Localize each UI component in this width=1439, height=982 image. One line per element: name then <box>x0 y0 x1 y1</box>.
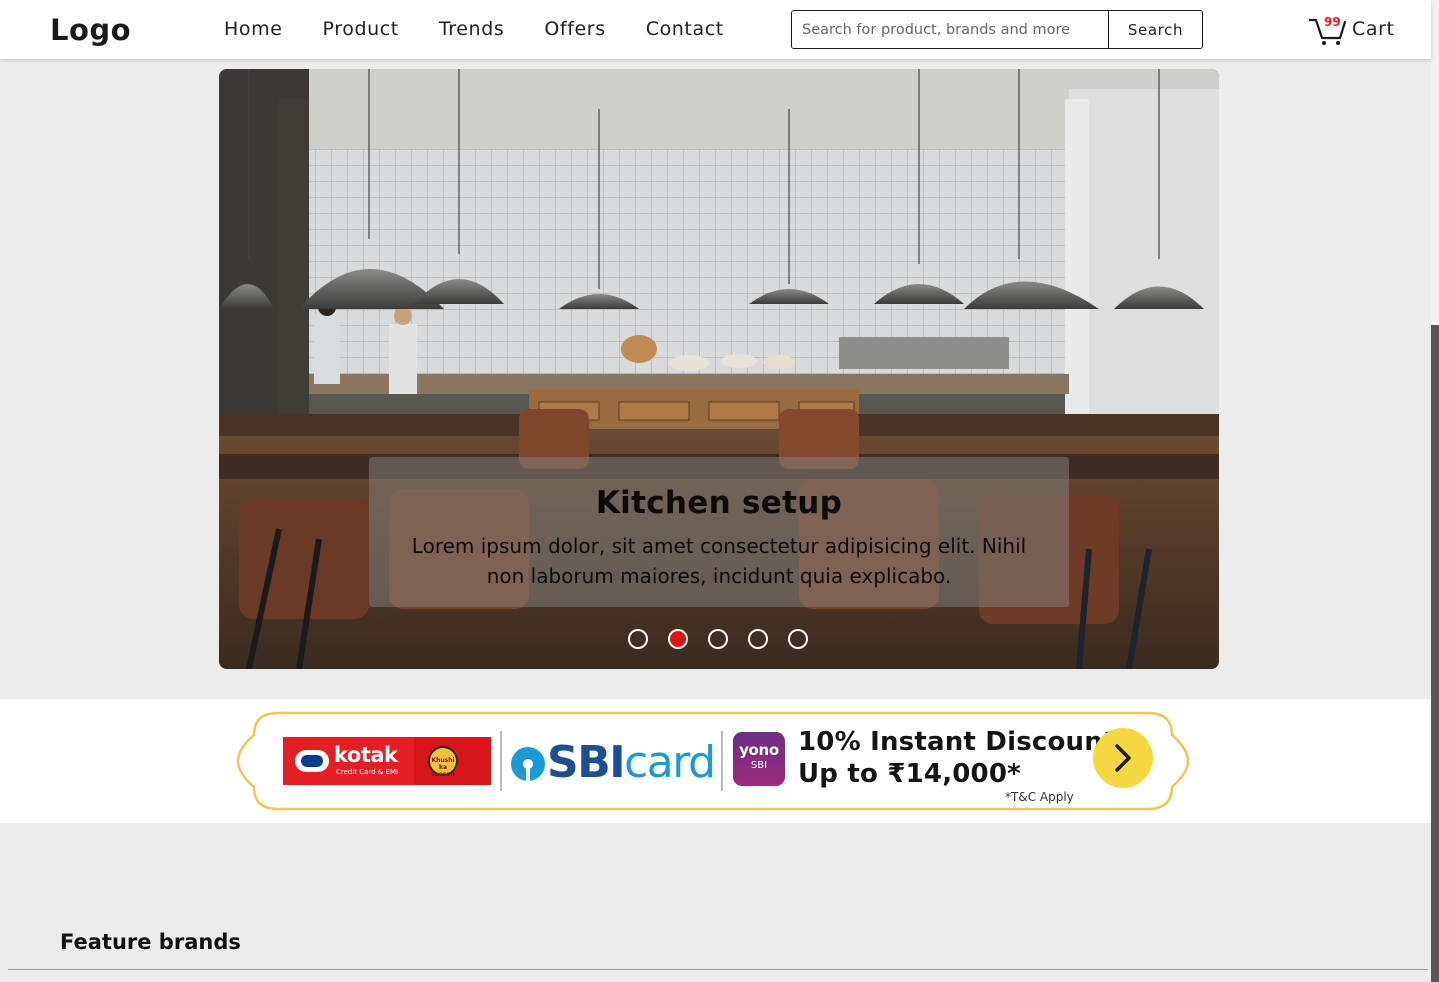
nav-trends[interactable]: Trends <box>439 18 505 40</box>
offer-strip: kotak Credit Card & EMI Khushi ka season… <box>0 699 1431 823</box>
card-text: card <box>624 737 716 788</box>
carousel-dot-2[interactable] <box>668 629 688 649</box>
chevron-right-icon <box>1115 744 1131 772</box>
sbi-card-logo: SBIcard <box>547 737 716 788</box>
cart-count-badge: 99 <box>1324 15 1341 29</box>
hero-carousel[interactable]: Kitchen setup Lorem ipsum dolor, sit ame… <box>219 69 1219 669</box>
yono-sbi-logo: yono SBI <box>733 732 785 786</box>
scrollbar-thumb[interactable] <box>1431 325 1439 982</box>
nav-contact[interactable]: Contact <box>646 18 724 40</box>
sbi-text: SBI <box>547 737 626 788</box>
section-title-feature-brands: Feature brands <box>60 930 241 954</box>
bank-offer-banner[interactable]: kotak Credit Card & EMI Khushi ka season… <box>236 711 1190 811</box>
carousel-dot-1[interactable] <box>628 629 648 649</box>
offer-amount: Up to ₹14,000* <box>798 759 1021 789</box>
search-bar: Search <box>791 10 1203 49</box>
page: Logo Home Product Trends Offers Contact … <box>0 0 1439 982</box>
sbi-logo-icon <box>511 747 545 781</box>
kotak-seal-icon: Khushi ka season <box>428 746 458 778</box>
slide-title: Kitchen setup <box>595 485 843 521</box>
yono-sbi-text: SBI <box>750 760 768 771</box>
offer-terms: *T&C Apply <box>1005 790 1074 804</box>
kotak-subtitle: Credit Card & EMI <box>336 768 399 776</box>
divider <box>500 731 502 791</box>
offer-next-button[interactable] <box>1093 728 1153 788</box>
nav-home[interactable]: Home <box>224 18 283 40</box>
slide-caption: Kitchen setup Lorem ipsum dolor, sit ame… <box>369 457 1069 607</box>
slide-description: Lorem ipsum dolor, sit amet consectetur … <box>411 534 1027 588</box>
main-nav: Home Product Trends Offers Contact <box>224 18 764 40</box>
kotak-logo: kotak Credit Card & EMI Khushi ka season <box>283 737 491 785</box>
search-input[interactable] <box>792 11 1108 48</box>
carousel-dot-5[interactable] <box>788 629 808 649</box>
yono-text: yono <box>739 741 779 759</box>
search-button[interactable]: Search <box>1108 11 1202 48</box>
section-divider <box>8 969 1428 970</box>
cart-button[interactable]: 99 Cart <box>1308 12 1398 48</box>
kotak-seal-text: Khushi ka season <box>431 757 455 778</box>
nav-offers[interactable]: Offers <box>544 18 605 40</box>
offer-headline: 10% Instant Discount <box>798 727 1116 757</box>
carousel-dot-4[interactable] <box>748 629 768 649</box>
top-header: Logo Home Product Trends Offers Contact … <box>0 0 1431 59</box>
kotak-mark-icon <box>295 750 329 772</box>
site-logo[interactable]: Logo <box>50 13 131 47</box>
carousel-dot-3[interactable] <box>708 629 728 649</box>
kotak-name: kotak <box>334 743 398 767</box>
carousel-indicators <box>628 629 828 649</box>
divider <box>721 731 723 791</box>
nav-product[interactable]: Product <box>323 18 399 40</box>
cart-label: Cart <box>1352 18 1395 40</box>
